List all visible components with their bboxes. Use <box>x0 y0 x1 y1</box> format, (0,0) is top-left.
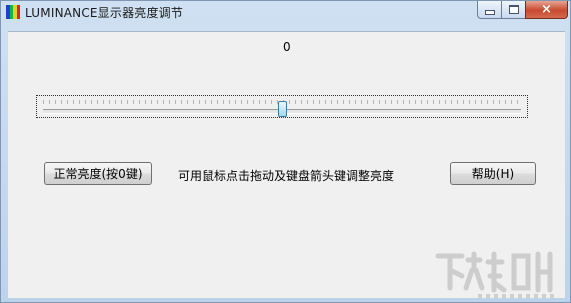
maximize-button[interactable] <box>501 1 526 19</box>
normal-brightness-button[interactable]: 正常亮度(按0键) <box>44 162 152 185</box>
minimize-icon <box>484 10 495 15</box>
title-bar[interactable]: LUMINANCE显示器亮度调节 × <box>1 1 570 23</box>
window-title: LUMINANCE显示器亮度调节 <box>25 6 184 20</box>
hint-text: 可用鼠标点击拖动及键盘箭头键调整亮度 <box>178 169 395 183</box>
close-icon: × <box>541 2 552 17</box>
brightness-value: 0 <box>283 40 291 54</box>
maximize-icon <box>508 5 519 14</box>
close-button[interactable]: × <box>525 1 568 19</box>
app-window: LUMINANCE显示器亮度调节 × 0 正常亮度(按0键) 可用鼠标点击拖动及… <box>0 0 571 303</box>
help-button[interactable]: 帮助(H) <box>450 162 536 185</box>
app-icon <box>6 5 20 19</box>
watermark-logo <box>435 251 554 298</box>
client-area: 0 正常亮度(按0键) 可用鼠标点击拖动及键盘箭头键调整亮度 帮助(H) <box>8 31 565 298</box>
slider-thumb[interactable] <box>277 101 287 117</box>
minimize-button[interactable] <box>477 1 502 19</box>
brightness-slider[interactable] <box>36 95 528 118</box>
